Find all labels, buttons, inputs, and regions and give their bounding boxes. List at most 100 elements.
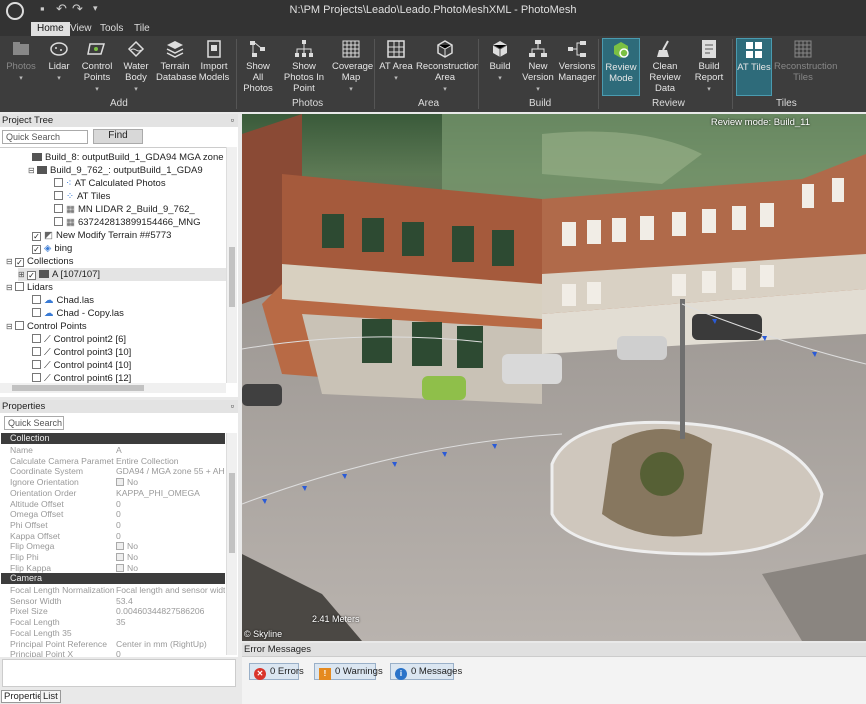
reconstruction-tiles-button[interactable]: Reconstruction Tiles xyxy=(774,38,837,96)
property-value[interactable]: Focal length and sensor width xyxy=(116,585,225,596)
checkbox[interactable] xyxy=(116,563,124,572)
tree-item-build-8[interactable]: Build_8: outputBuild_1_GDA94 MGA zone 55… xyxy=(32,151,226,164)
scrollbar-thumb[interactable] xyxy=(229,473,235,553)
errors-filter-button[interactable]: ✕ 0 Errors xyxy=(249,663,304,680)
property-value[interactable]: Center in mm (RightUp) xyxy=(116,639,225,650)
tab-view[interactable]: View xyxy=(64,22,98,36)
control-points-button[interactable]: Control Points ▾ xyxy=(78,38,116,96)
property-value[interactable]: 0 xyxy=(116,499,225,510)
checkbox[interactable] xyxy=(116,553,124,561)
property-value[interactable]: 0 xyxy=(116,520,225,531)
checkbox[interactable] xyxy=(116,478,124,487)
scrollbar-thumb[interactable] xyxy=(229,247,235,307)
expand-icon[interactable]: ⊞ xyxy=(18,268,27,281)
project-tree-search-input[interactable]: Quick Search xyxy=(2,130,88,144)
collapse-icon[interactable]: ⊟ xyxy=(6,281,15,294)
checkbox[interactable] xyxy=(54,191,63,200)
checkbox-checked[interactable]: ✓ xyxy=(27,271,36,280)
warnings-filter-button[interactable]: ! 0 Warnings xyxy=(314,663,383,680)
checkbox[interactable] xyxy=(116,542,124,551)
checkbox[interactable] xyxy=(32,308,41,317)
checkbox[interactable] xyxy=(32,360,41,369)
new-version-button[interactable]: New Version ▾ xyxy=(520,38,556,96)
tree-item-at-calculated-photos[interactable]: ⁖ AT Calculated Photos xyxy=(54,177,166,190)
build-report-button[interactable]: Build Report ▾ xyxy=(690,38,728,96)
property-value[interactable]: Entire Collection xyxy=(116,456,225,467)
import-models-button[interactable]: Import Models xyxy=(196,38,232,96)
property-row[interactable]: Focal Length 35 xyxy=(10,617,225,628)
checkbox[interactable] xyxy=(54,217,63,226)
property-row[interactable]: Omega Offset 0 xyxy=(10,509,225,520)
tree-item-collections[interactable]: ⊟ ✓ Collections xyxy=(6,255,73,268)
show-all-photos-button[interactable]: Show All Photos xyxy=(240,38,276,96)
property-row[interactable]: Pixel Size 0.00460344827586206 xyxy=(10,606,225,617)
lidar-button[interactable]: Lidar ▾ xyxy=(42,38,76,96)
build-button[interactable]: Build ▾ xyxy=(482,38,518,96)
checkbox[interactable] xyxy=(54,204,63,213)
water-body-button[interactable]: Water Body ▾ xyxy=(118,38,154,96)
property-value[interactable]: 0 xyxy=(116,531,225,542)
pin-icon[interactable]: ▫ xyxy=(231,400,234,413)
checkbox[interactable] xyxy=(32,347,41,356)
property-value[interactable]: 0.00460344827586206 xyxy=(116,606,225,617)
checkbox-checked[interactable]: ✓ xyxy=(32,245,41,254)
checkbox[interactable] xyxy=(54,178,63,187)
tree-item-build-9[interactable]: ⊟ Build_9_762_: outputBuild_1_GDA9 xyxy=(28,164,203,177)
property-row[interactable]: Focal Length 35 xyxy=(10,628,225,639)
section-camera[interactable]: Camera xyxy=(1,573,225,584)
tab-tools[interactable]: Tools xyxy=(94,22,129,36)
properties-search-input[interactable]: Quick Search xyxy=(4,416,64,430)
property-row[interactable]: Principal Point Reference Center in mm (R… xyxy=(10,639,225,650)
tree-item-modify-terrain[interactable]: ✓ ◩ New Modify Terrain ##5773 xyxy=(32,229,171,242)
clean-review-data-button[interactable]: Clean Review Data xyxy=(642,38,688,96)
at-tiles-button[interactable]: AT Tiles xyxy=(736,38,772,96)
tree-item-control-point6[interactable]: ⟋ Control point6 [12] xyxy=(32,372,131,383)
property-value[interactable]: No xyxy=(116,552,225,563)
property-row[interactable]: Calculate Camera Parameter Entire Collect… xyxy=(10,456,225,467)
versions-manager-button[interactable]: Versions Manager xyxy=(558,38,596,96)
property-value[interactable]: No xyxy=(116,563,225,574)
tree-item-chad-copy-las[interactable]: ☁ Chad - Copy.las xyxy=(32,307,124,320)
property-row[interactable]: Kappa Offset 0 xyxy=(10,531,225,542)
property-value[interactable]: No xyxy=(116,541,225,552)
checkbox-checked[interactable]: ✓ xyxy=(32,232,41,241)
photos-button[interactable]: Photos ▾ xyxy=(2,38,40,96)
property-row[interactable]: Coordinate System GDA94 / MGA zone 55 + A… xyxy=(10,466,225,477)
checkbox[interactable] xyxy=(15,321,24,330)
property-row[interactable]: Phi Offset 0 xyxy=(10,520,225,531)
coverage-map-button[interactable]: Coverage Map ▾ xyxy=(332,38,373,96)
property-row[interactable]: Sensor Width 53.4 xyxy=(10,596,225,607)
tree-item-control-point3[interactable]: ⟋ Control point3 [10] xyxy=(32,346,131,359)
at-area-button[interactable]: AT Area ▾ xyxy=(378,38,414,96)
tree-item-chad-las[interactable]: ☁ Chad.las xyxy=(32,294,94,307)
tree-item-control-point2[interactable]: ⟋ Control point2 [6] xyxy=(32,333,126,346)
property-row[interactable]: Altitude Offset 0 xyxy=(10,499,225,510)
reconstruction-area-button[interactable]: Reconstruction Area ▾ xyxy=(416,38,479,96)
tree-item-bing[interactable]: ✓ ◈ bing xyxy=(32,242,72,255)
checkbox[interactable] xyxy=(32,295,41,304)
find-button[interactable]: Find xyxy=(93,129,143,144)
property-value[interactable]: GDA94 / MGA zone 55 + AHD h xyxy=(116,466,225,477)
collapse-icon[interactable]: ⊟ xyxy=(6,320,15,333)
property-value[interactable]: 0 xyxy=(116,509,225,520)
property-row[interactable]: Flip Kappa No xyxy=(10,563,225,574)
project-tree-hscrollbar[interactable] xyxy=(0,383,226,393)
property-row[interactable]: Flip Phi No xyxy=(10,552,225,563)
project-tree-scrollbar[interactable] xyxy=(226,147,237,383)
messages-filter-button[interactable]: i0 Messages xyxy=(390,663,462,680)
review-mode-button[interactable]: Review Mode xyxy=(602,38,640,96)
property-row[interactable]: Orientation Order KAPPA_PHI_OMEGA xyxy=(10,488,225,499)
scrollbar-thumb[interactable] xyxy=(12,385,144,391)
mesh-render[interactable] xyxy=(242,114,866,641)
property-value[interactable]: A xyxy=(116,445,225,456)
pin-icon[interactable]: ▫ xyxy=(231,114,234,127)
property-value[interactable]: No xyxy=(116,477,225,488)
property-value[interactable]: 53.4 xyxy=(116,596,225,607)
checkbox[interactable] xyxy=(15,282,24,291)
tree-item-lidar-build[interactable]: ▦ MN LIDAR 2_Build_9_762_ xyxy=(54,203,195,216)
property-row[interactable]: Focal Length Normalization Focal length a… xyxy=(10,585,225,596)
tree-item-mng[interactable]: ▦ 637242813899154466_MNG xyxy=(54,216,201,229)
collapse-icon[interactable]: ⊟ xyxy=(28,164,37,177)
properties-scrollbar[interactable] xyxy=(226,433,237,655)
property-row[interactable]: Flip Omega No xyxy=(10,541,225,552)
